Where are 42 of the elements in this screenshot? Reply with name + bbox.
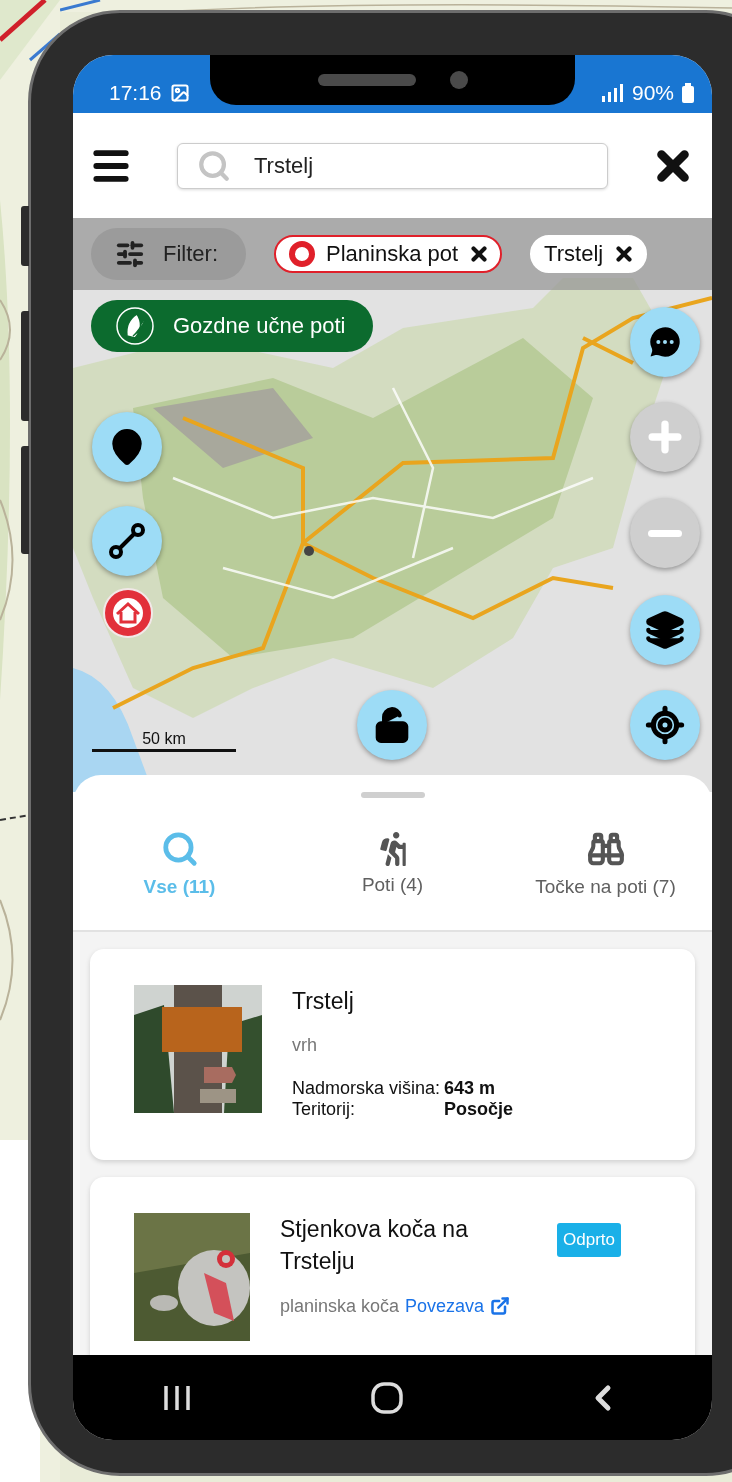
external-link-icon [490, 1296, 511, 1317]
filter-button[interactable]: Filter: [91, 228, 246, 280]
detail-label: Nadmorska višina: [292, 1078, 441, 1100]
sliders-icon [115, 239, 145, 269]
binoculars-icon [586, 830, 625, 868]
route-icon [107, 521, 147, 561]
trail-mark-icon [288, 240, 316, 268]
detail-value: Posočje [444, 1099, 514, 1121]
result-card[interactable]: Trstelj vrh Nadmorska višina: 643 m Teritorij: Posočje [90, 949, 695, 1161]
minus-icon [648, 529, 682, 537]
rounded-square-icon [370, 1380, 405, 1415]
category-tab[interactable]: Poti (4) [286, 832, 499, 896]
search-icon [197, 148, 231, 183]
detail-label: Teritorij: [292, 1099, 356, 1121]
drag-handle[interactable] [360, 792, 425, 798]
unlocked-padlock-icon [373, 706, 411, 744]
battery-percent: 90% [631, 82, 674, 103]
filter-chip[interactable]: Planinska pot [274, 235, 503, 273]
search-icon [160, 830, 199, 868]
search-field[interactable]: Trstelj [177, 142, 608, 189]
crosshair-icon [645, 705, 685, 745]
recent-apps-button[interactable] [162, 1383, 193, 1412]
detail-value: 643 m [444, 1078, 497, 1100]
layers-icon [645, 610, 685, 650]
result-type: vrh [292, 1035, 317, 1057]
result-type: planinska koča [280, 1295, 400, 1317]
three-bars-icon [162, 1383, 193, 1412]
battery-icon [682, 83, 694, 103]
leaf-logo-icon [115, 306, 155, 346]
website-link[interactable]: Povezava [405, 1295, 511, 1317]
home-button[interactable] [370, 1380, 405, 1415]
status-badge: Odprto [557, 1223, 621, 1258]
result-title: Stjenkova koča na Trstelju [280, 1215, 469, 1277]
result-card[interactable]: Stjenkova koča na Trstelju Odprto planinska koča Povezava [90, 1177, 695, 1355]
status-time: 17:16 [109, 82, 162, 103]
hut-marker-icon[interactable] [103, 588, 153, 638]
forest-trails-button[interactable]: Gozdne učne poti [91, 300, 374, 352]
scale-bar: 50 km [92, 730, 236, 752]
image-icon [169, 83, 190, 103]
result-title: Trstelj [292, 987, 355, 1016]
filter-chip[interactable]: Trstelj [530, 235, 648, 273]
category-tab[interactable]: Točke na poti (7) [499, 830, 712, 898]
